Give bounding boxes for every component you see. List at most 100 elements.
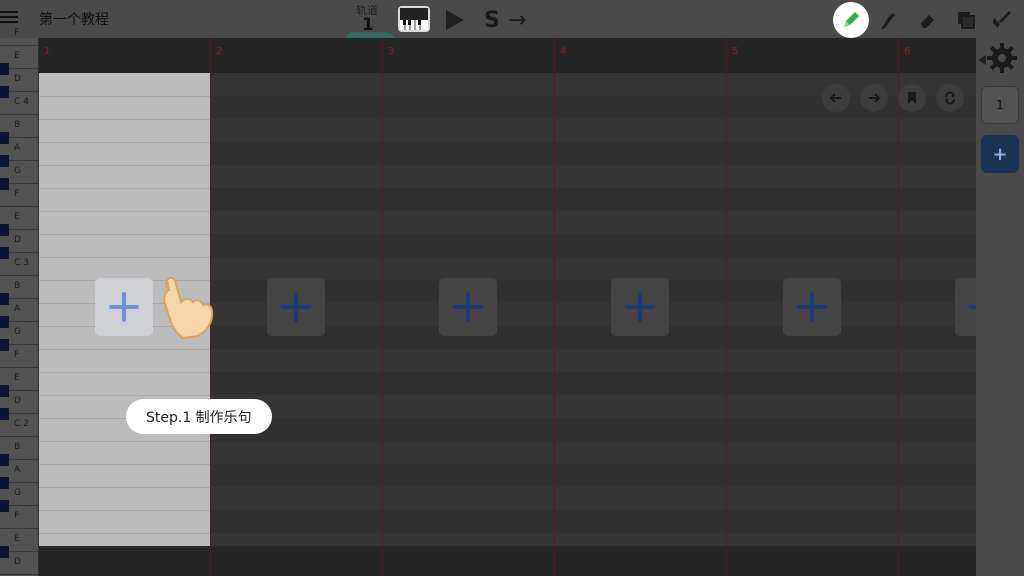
repeat-icon	[945, 91, 955, 105]
piano-key-label: G	[14, 327, 21, 337]
piano-key[interactable]: C 4	[0, 92, 38, 115]
grid-line	[39, 395, 210, 396]
bookmark-icon	[908, 92, 916, 104]
grid-line	[39, 487, 210, 488]
piano-key-label: B	[14, 442, 21, 452]
bar-divider	[382, 38, 383, 576]
bar-number: 1	[44, 46, 51, 57]
phrase-grid: 1 2 3 4 5 6 Step.1 制作乐句	[39, 38, 976, 576]
pointing-hand-icon	[163, 276, 214, 340]
eraser-icon	[921, 15, 934, 28]
loop-button[interactable]	[936, 84, 964, 112]
piano-key-label: C 3	[14, 258, 29, 268]
instrument-piano-icon[interactable]	[396, 2, 432, 36]
plus-icon	[109, 292, 139, 322]
add-phrase-button[interactable]	[95, 278, 153, 336]
top-toolbar: 第一个教程 轨道 1 S →	[0, 0, 1024, 46]
piano-key-label: G	[14, 166, 21, 176]
eraser-tool-button[interactable]	[910, 2, 946, 38]
bar-number: 5	[732, 46, 739, 57]
add-phrase-button[interactable]	[611, 278, 669, 336]
piano-key-label: F	[14, 28, 20, 38]
plus-icon	[797, 292, 827, 322]
scroll-left-button[interactable]	[822, 84, 850, 112]
grid-line	[39, 96, 210, 97]
bar-number: 4	[560, 46, 567, 57]
collapse-triangle-icon[interactable]	[978, 55, 986, 65]
grid-line	[39, 211, 210, 212]
grid-line	[39, 533, 210, 534]
piano-key-label: A	[14, 304, 21, 314]
grid-line	[39, 188, 210, 189]
solo-s-icon[interactable]: S	[484, 8, 500, 33]
piano-key[interactable]: C 3	[0, 253, 38, 276]
piano-key-label: A	[14, 465, 21, 475]
piano-key-label: D	[14, 235, 21, 245]
plus-icon	[625, 292, 655, 322]
piano-key[interactable]: F	[0, 506, 38, 529]
bottom-strip	[39, 546, 976, 576]
copy-tool-button[interactable]	[948, 2, 984, 38]
piano-key-label: B	[14, 120, 21, 130]
grid-line	[39, 257, 210, 258]
piano-key-label: C 4	[14, 97, 29, 107]
bar-number: 2	[216, 46, 223, 57]
plus-icon	[453, 292, 483, 322]
piano-key-label: A	[14, 143, 21, 153]
app-window: 第一个教程 轨道 1 S → F E D C 4 B A G F E D C 3…	[0, 0, 1024, 576]
scroll-right-button[interactable]	[860, 84, 888, 112]
grid-line	[39, 234, 210, 235]
piano-key-label: B	[14, 281, 21, 291]
piano-key[interactable]: D	[0, 552, 38, 575]
piano-key[interactable]: F	[0, 345, 38, 368]
pick-icon	[993, 11, 1011, 28]
bar-divider	[726, 38, 727, 576]
add-phrase-button[interactable]	[439, 278, 497, 336]
piano-key-label: F	[14, 511, 20, 521]
copy-icon	[958, 12, 975, 29]
piano-key-label: D	[14, 74, 21, 84]
bookmark-button[interactable]	[898, 84, 926, 112]
tutorial-tooltip: Step.1 制作乐句	[126, 399, 272, 434]
segment-number-box[interactable]: 1	[981, 86, 1019, 124]
grid-line	[39, 349, 210, 350]
grid-line	[39, 119, 210, 120]
piano-keyboard[interactable]: F E D C 4 B A G F E D C 3 B A G F E D C 2 B A G F E D	[0, 28, 38, 576]
add-segment-button[interactable]: +	[981, 135, 1019, 173]
bar-ruler: 1 2 3 4 5 6	[39, 38, 976, 73]
grid-line	[39, 464, 210, 465]
add-phrase-button[interactable]	[955, 278, 976, 336]
piano-key-label: G	[14, 488, 21, 498]
piano-key-label: D	[14, 396, 21, 406]
add-phrase-button[interactable]	[267, 278, 325, 336]
brush-tool-button[interactable]	[871, 2, 907, 38]
play-icon[interactable]	[446, 10, 464, 30]
grid-line	[39, 165, 210, 166]
bar-number: 3	[388, 46, 395, 57]
bar-number: 6	[904, 46, 911, 57]
project-title: 第一个教程	[39, 12, 109, 28]
bar-divider	[898, 38, 899, 576]
pencil-icon	[844, 12, 859, 27]
piano-key-label: C 2	[14, 419, 29, 429]
arrow-right-icon[interactable]: →	[508, 8, 526, 33]
piano-key-label: E	[14, 51, 20, 61]
pencil-tool-button[interactable]	[833, 2, 869, 38]
piano-key[interactable]: F	[0, 23, 38, 46]
pick-tool-button[interactable]	[984, 2, 1020, 38]
plus-icon	[969, 292, 976, 322]
piano-key[interactable]: C 2	[0, 414, 38, 437]
gear-icon[interactable]	[986, 42, 1018, 74]
piano-key[interactable]: F	[0, 184, 38, 207]
track-number[interactable]: 1	[362, 15, 374, 35]
piano-key-label: E	[14, 212, 20, 222]
arrow-right-icon	[869, 93, 881, 103]
grid-line	[39, 510, 210, 511]
grid-line	[39, 372, 210, 373]
piano-key-label: F	[14, 189, 20, 199]
add-phrase-button[interactable]	[783, 278, 841, 336]
right-panel: 1 +	[976, 38, 1024, 576]
piano-key-label: E	[14, 373, 20, 383]
piano-key-label: E	[14, 534, 20, 544]
piano-key-label: D	[14, 557, 21, 567]
